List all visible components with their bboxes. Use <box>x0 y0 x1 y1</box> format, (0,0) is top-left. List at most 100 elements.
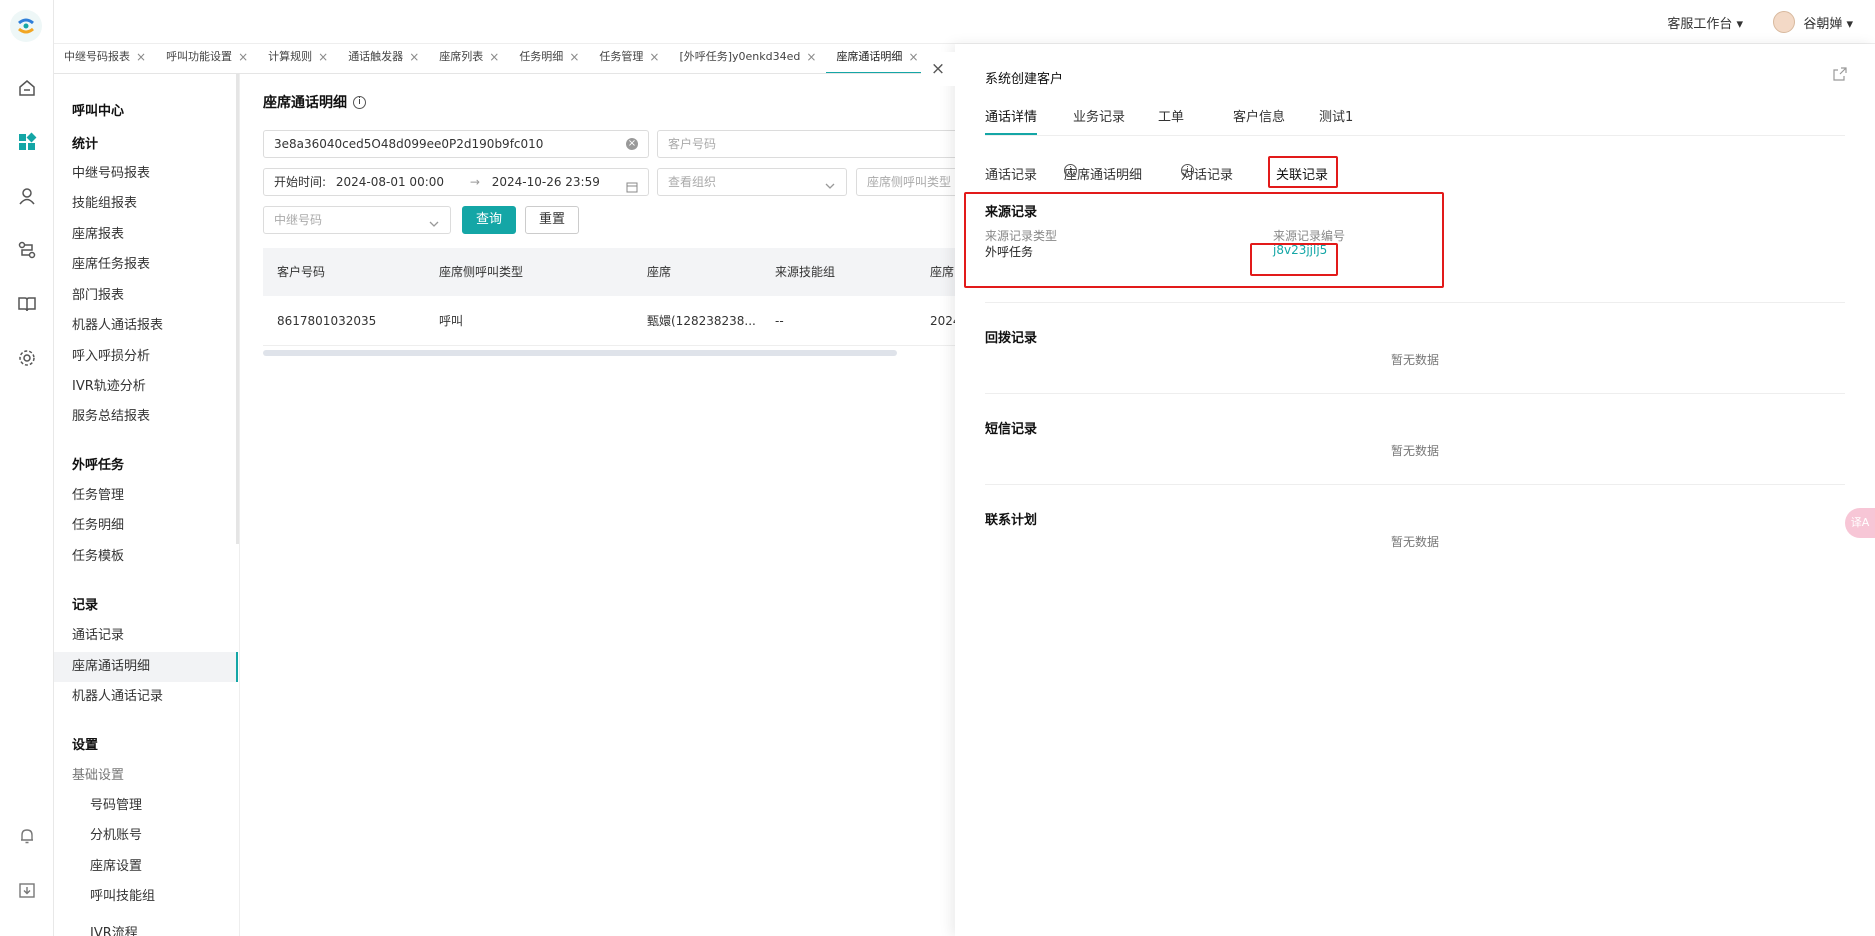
org-select[interactable]: 查看组织 <box>657 168 847 196</box>
tab-label: 中继号码报表 <box>64 50 130 63</box>
tab-trunk-report[interactable]: 中继号码报表 × <box>54 44 156 73</box>
tab-agent-call-detail[interactable]: 座席通话明细 × <box>826 44 929 73</box>
close-icon[interactable]: × <box>318 44 328 70</box>
sidebar-item[interactable]: 部门报表 <box>72 284 124 303</box>
tab-call-details[interactable]: 通话详情 <box>985 106 1038 135</box>
sidebar-item[interactable]: 座席报表 <box>72 223 124 242</box>
date-range-picker[interactable]: 开始时间: 2024-08-01 00:00 → 2024-10-26 23:5… <box>263 168 649 196</box>
bell-icon[interactable] <box>15 824 39 848</box>
sidebar-item[interactable]: 分机账号 <box>90 824 142 843</box>
close-icon[interactable]: × <box>908 44 918 70</box>
dashboard-icon[interactable] <box>15 130 39 154</box>
tab-business-records[interactable]: 业务记录 <box>1073 106 1125 125</box>
call-id-input[interactable]: 3e8a36040ced5O48d099ee0P2d190b9fc010 × <box>263 130 649 158</box>
sidebar-item[interactable]: 通话记录 <box>72 624 124 643</box>
close-icon[interactable]: × <box>136 44 146 70</box>
book-icon[interactable] <box>15 292 39 316</box>
tab-label: 任务明细 <box>519 50 564 63</box>
sidebar-item[interactable]: 任务管理 <box>72 484 124 503</box>
sidebar-item[interactable]: IVR轨迹分析 <box>72 375 146 394</box>
home-icon[interactable] <box>15 76 39 100</box>
range-arrow: → <box>469 175 480 189</box>
tab-customer-info[interactable]: 客户信息 <box>1233 106 1285 125</box>
start-time-value: 2024-08-01 00:00 <box>335 175 445 189</box>
workspace-switcher[interactable]: 客服工作台 ▾ <box>1667 13 1743 32</box>
tab-task-detail[interactable]: 任务明细 × <box>509 44 589 73</box>
contact-plan-section: 联系计划 暂无数据 <box>985 509 1845 549</box>
page-tab-strip: 中继号码报表 × 呼叫功能设置 × 计算规则 × 通话触发器 × 座席列表 × 任务明细 ×… <box>54 44 954 74</box>
settings-icon[interactable] <box>15 346 39 370</box>
icon-rail <box>0 0 54 936</box>
section-heading-settings: 设置 <box>72 738 99 753</box>
sidebar-item[interactable]: 机器人通话记录 <box>72 685 163 704</box>
sidebar-group-basic-settings[interactable]: 基础设置 <box>72 764 124 783</box>
user-menu[interactable]: 谷朝婵 ▾ <box>1773 11 1853 33</box>
route-icon[interactable] <box>15 238 39 262</box>
tab-call-trigger[interactable]: 通话触发器 × <box>338 44 429 73</box>
app-logo[interactable] <box>10 10 42 42</box>
tab-outbound-task[interactable]: [外呼任务]y0enkd34ed × <box>669 44 826 73</box>
section-heading-outbound: 外呼任务 <box>72 458 125 473</box>
close-icon[interactable]: × <box>409 44 419 70</box>
source-id-label: 来源记录编号 <box>1273 229 1346 243</box>
detail-drawer: × 系统创建客户 通话详情 业务记录 工单 客户信息 测试1 通话记录 座席 通话… <box>921 44 1875 936</box>
calendar-icon[interactable] <box>626 176 638 195</box>
sidebar-scrollbar[interactable] <box>236 74 239 544</box>
sidebar-item[interactable]: 任务模板 <box>72 545 124 564</box>
sidebar-item[interactable]: 服务总结报表 <box>72 405 150 424</box>
divider <box>985 393 1845 394</box>
agent-call-type-select[interactable]: 座席侧呼叫类型 <box>856 168 967 196</box>
sidebar-item[interactable]: 号码管理 <box>90 794 142 813</box>
tab-call-function-settings[interactable]: 呼叫功能设置 × <box>156 44 258 73</box>
tab-agent-list[interactable]: 座席列表 × <box>429 44 509 73</box>
tab-tickets[interactable]: 工单 <box>1158 106 1184 125</box>
sidebar-item[interactable]: 座席任务报表 <box>72 253 150 272</box>
start-time-label: 开始时间: <box>274 175 327 189</box>
close-icon[interactable]: × <box>489 44 499 70</box>
section-heading: 短信记录 <box>985 422 1038 437</box>
tab-calc-rules[interactable]: 计算规则 × <box>258 44 338 73</box>
sidebar: 呼叫中心 统计 中继号码报表 技能组报表 座席报表 座席任务报表 部门报表 机器… <box>54 74 240 936</box>
sidebar-item[interactable]: 中继号码报表 <box>72 162 150 181</box>
table-row[interactable]: 8617801032035 呼叫 甄嬛(128238238... -- 2024 <box>263 296 963 346</box>
trunk-number-placeholder: 中继号码 <box>274 213 323 227</box>
close-icon[interactable]: × <box>569 44 579 70</box>
sidebar-item[interactable]: 技能组报表 <box>72 192 137 211</box>
reset-button[interactable]: 重置 <box>525 206 579 234</box>
sidebar-item[interactable]: 呼叫技能组 <box>90 885 155 904</box>
page-title-row: 座席通话明细 i <box>263 92 366 112</box>
close-icon[interactable]: × <box>806 44 816 70</box>
trunk-number-select[interactable]: 中继号码 <box>263 206 451 234</box>
app-window: 客服工作台 ▾ 谷朝婵 ▾ 中继号码报表 × 呼叫功能设置 × 计算规则 × 通话触发… <box>0 0 1875 936</box>
source-type-value: 外呼任务 <box>985 245 1034 259</box>
download-icon[interactable] <box>15 878 39 902</box>
info-icon[interactable]: i <box>353 95 366 109</box>
empty-state: 暂无数据 <box>1390 353 1439 367</box>
close-icon[interactable]: × <box>238 44 248 70</box>
tab-test1[interactable]: 测试1 <box>1319 106 1353 125</box>
tab-label: [外呼任务]y0enkd34ed <box>679 50 801 63</box>
query-button[interactable]: 查询 <box>462 206 516 234</box>
drawer-close-button[interactable]: × <box>921 52 955 86</box>
customer-number-input[interactable]: 客户号码 <box>657 130 967 158</box>
table-horizontal-scrollbar[interactable] <box>263 350 897 356</box>
divider <box>985 484 1845 485</box>
column-header: 客户号码 <box>277 265 326 279</box>
sidebar-title: 呼叫中心 <box>72 104 125 119</box>
sidebar-item[interactable]: 座席设置 <box>90 855 142 874</box>
tab-task-management[interactable]: 任务管理 × <box>589 44 669 73</box>
translate-widget[interactable]: 译A <box>1845 508 1875 538</box>
subtab-call-records[interactable]: 通话记录 <box>985 164 1037 183</box>
sidebar-item[interactable]: 呼入呼损分析 <box>72 345 150 364</box>
sidebar-item[interactable]: 机器人通话报表 <box>72 314 163 333</box>
open-external-icon[interactable] <box>1833 66 1847 81</box>
sidebar-item[interactable]: IVR流程 <box>90 922 138 936</box>
divider <box>985 302 1845 303</box>
call-id-value: 3e8a36040ced5O48d099ee0P2d190b9fc010 <box>274 137 544 151</box>
clear-icon[interactable]: × <box>626 138 638 150</box>
sidebar-item-selected[interactable]: 座席通话明细 <box>54 652 238 682</box>
sidebar-item[interactable]: 任务明细 <box>72 514 124 533</box>
contact-icon[interactable] <box>15 184 39 208</box>
drawer-tabs: 通话详情 业务记录 工单 客户信息 测试1 <box>985 106 1845 136</box>
close-icon[interactable]: × <box>649 44 659 70</box>
